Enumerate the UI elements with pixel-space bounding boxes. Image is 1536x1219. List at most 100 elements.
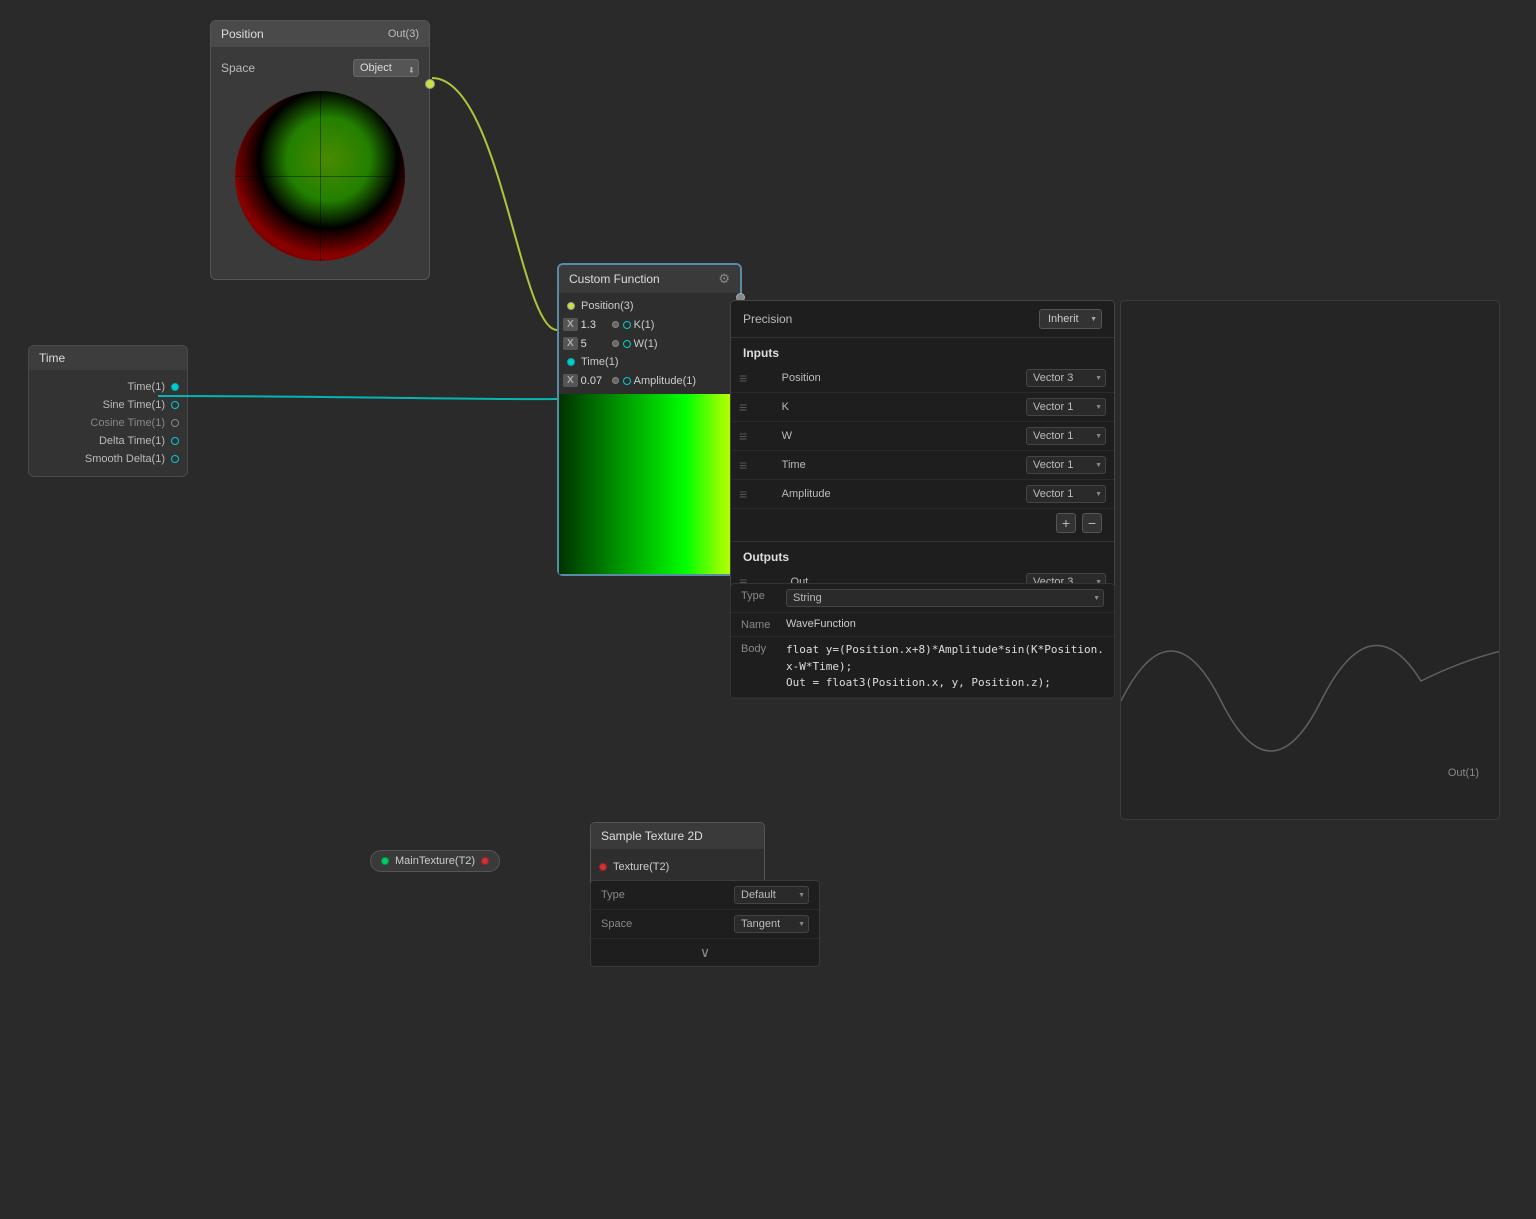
cf-port-dot-w[interactable] [623,340,631,348]
cf-port-amplitude: X 0.07 Amplitude(1) [559,371,740,390]
outputs-section-title: Outputs [731,542,1114,568]
name-row: Name WaveFunction [731,613,1114,637]
time-type-dropdown[interactable]: Vector 1Vector 2Vector 3 [1026,456,1106,474]
time-title: Time [39,351,65,365]
texture-port-dot[interactable] [599,863,607,871]
time-port-sine: Sine Time(1) [29,396,187,414]
row-handle[interactable]: ≡ [731,364,774,393]
cf-port-position: Position(3) [559,297,740,315]
type-prop-row: Type Default Normal Linear [591,881,819,910]
main-texture-left-port[interactable] [381,857,389,865]
time-port-dot-cosine[interactable] [171,419,179,427]
position-node-body: Space Object World View Tangent [211,47,429,279]
name-value[interactable]: WaveFunction [786,618,1104,630]
w-connector[interactable] [612,340,619,347]
name-label: Name [741,618,786,631]
time-port-delta: Delta Time(1) [29,432,187,450]
space-label: Space [221,61,255,75]
cf-port-dot-k[interactable] [623,321,631,329]
position-node: Position Out(3) Space Object World View … [210,20,430,280]
sample-texture-header: Sample Texture 2D [591,823,764,849]
cf-header: Custom Function ⚙ [559,265,740,293]
time-port-dot-time[interactable] [171,383,179,391]
out3-port[interactable] [425,79,435,89]
precision-dropdown-wrap[interactable]: Inherit Half Float [1039,309,1102,329]
cf-ports: Position(3) X 1.3 K(1) X 5 W(1) Time(1) … [559,293,740,390]
cf-preview [559,394,740,574]
cf-port-dot-amp[interactable] [623,377,631,385]
main-texture-pill[interactable]: MainTexture(T2) [370,850,500,872]
row-handle[interactable]: ≡ [731,422,774,451]
texture-port-label: Texture(T2) [613,861,669,873]
cf-port-w: X 5 W(1) [559,334,740,353]
precision-header: Precision Inherit Half Float [731,301,1114,338]
space-prop-label: Space [601,918,632,930]
cf-title: Custom Function [569,272,660,286]
row-handle[interactable]: ≡ [731,451,774,480]
texture-row: Texture(T2) [591,857,764,877]
type-dropdown-cell: Vector 1Vector 2Vector 3 [911,393,1114,422]
type-dropdown[interactable]: String File [786,589,1104,607]
time-port-dot-sine[interactable] [171,401,179,409]
input-name: Amplitude [774,480,911,509]
space-dropdown[interactable]: Object World View Tangent [353,59,419,77]
space-dropdown-wrap[interactable]: Object World View Tangent [353,59,419,77]
chevron-down[interactable]: ∨ [591,939,819,966]
time-port-dot-smooth[interactable] [171,455,179,463]
input-name: K [774,393,911,422]
amplitude-type-dropdown[interactable]: Vector 1Vector 2Vector 3 [1026,485,1106,503]
row-handle[interactable]: ≡ [731,393,774,422]
precision-label: Precision [743,312,792,326]
k-type-dropdown[interactable]: Vector 1Vector 2Vector 3 [1026,398,1106,416]
space-prop-dropdown[interactable]: Tangent World Object [734,915,809,933]
cf-port-k: X 1.3 K(1) [559,315,740,334]
type-dropdown-cell: Vector 1Vector 2Vector 3 [911,451,1114,480]
type-dropdown-cell: Vector 1Vector 2Vector 3 [911,422,1114,451]
time-port-cosine: Cosine Time(1) [29,414,187,432]
precision-dropdown[interactable]: Inherit Half Float [1039,309,1102,329]
main-texture-right-port[interactable] [481,857,489,865]
right-panel: Out(1) [1120,300,1500,820]
add-input-btn[interactable]: + [1056,513,1076,533]
row-handle[interactable]: ≡ [731,480,774,509]
graph-svg [1121,301,1499,819]
cf-port-dot-time[interactable] [567,358,575,366]
inputs-table: ≡ Position Vector 3Vector 1Vector 2Vecto… [731,364,1114,509]
remove-input-btn[interactable]: − [1082,513,1102,533]
time-node-header: Time [29,346,187,370]
gear-icon[interactable]: ⚙ [718,271,730,287]
custom-function-node: Custom Function ⚙ Position(3) X 1.3 K(1)… [557,263,742,576]
body-row-content: Body float y=(Position.x+8)*Amplitude*si… [731,637,1114,698]
position-type-dropdown[interactable]: Vector 3Vector 1Vector 2Vector 4 [1026,369,1106,387]
type-prop-label: Type [601,889,625,901]
time-port-dot-delta[interactable] [171,437,179,445]
w-type-dropdown[interactable]: Vector 1Vector 2Vector 3 [1026,427,1106,445]
position-node-header: Position Out(3) [211,21,429,47]
inputs-section-title: Inputs [731,338,1114,364]
space-prop-dropdown-wrap[interactable]: Tangent World Object [734,915,809,933]
out3-label: Out(3) [388,28,419,40]
body-label: Body [741,642,786,655]
type-dropdown-wrap[interactable]: String File [786,589,1104,607]
type-label: Type [741,589,786,602]
type-dropdown-cell: Vector 3Vector 1Vector 2Vector 4 [911,364,1114,393]
type-prop-dropdown-wrap[interactable]: Default Normal Linear [734,886,809,904]
amp-connector[interactable] [612,377,619,384]
cf-port-dot-position[interactable] [567,302,575,310]
table-row: ≡ K Vector 1Vector 2Vector 3 [731,393,1114,422]
time-port-time: Time(1) [29,378,187,396]
input-name: W [774,422,911,451]
time-node: Time Time(1) Sine Time(1) Cosine Time(1)… [28,345,188,477]
table-row: ≡ Amplitude Vector 1Vector 2Vector 3 [731,480,1114,509]
sample-texture-props: Type Default Normal Linear Space Tangent… [590,880,820,967]
inputs-add-remove: + − [731,509,1114,537]
position-preview [235,91,405,261]
type-prop-dropdown[interactable]: Default Normal Linear [734,886,809,904]
k-connector[interactable] [612,321,619,328]
precision-panel: Precision Inherit Half Float Inputs ≡ Po… [730,300,1115,628]
type-row: Type String File [731,584,1114,613]
position-title: Position [221,27,264,41]
input-name: Position [774,364,911,393]
main-texture-label: MainTexture(T2) [395,855,475,867]
body-code[interactable]: float y=(Position.x+8)*Amplitude*sin(K*P… [786,642,1104,692]
